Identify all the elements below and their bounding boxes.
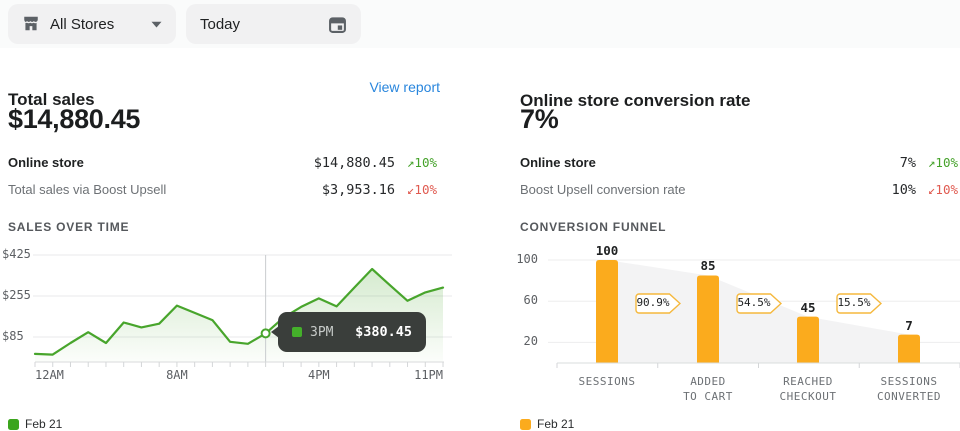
store-selector-label: All Stores xyxy=(50,16,114,33)
view-report-link[interactable]: View report xyxy=(352,79,440,95)
metric-label: Boost Upsell conversion rate xyxy=(520,182,685,197)
badge-percentage: 90.9% xyxy=(635,296,672,309)
category-label-line: TO CART xyxy=(653,389,763,404)
total-sales-value: $14,880.45 xyxy=(8,104,140,135)
x-axis-label: 11PM xyxy=(393,368,443,382)
funnel-category-label: REACHEDCHECKOUT xyxy=(753,374,863,404)
metric-label: Total sales via Boost Upsell xyxy=(8,182,166,197)
orange-legend-swatch xyxy=(520,419,531,430)
metric-value: $3,953.16 xyxy=(166,182,395,198)
conversion-breakdown: Online store7%↗10%Boost Upsell conversio… xyxy=(520,149,958,203)
metric-row: Total sales via Boost Upsell$3,953.16↙10… xyxy=(8,176,437,203)
tooltip-value: $380.45 xyxy=(355,324,412,340)
y-axis-label: 20 xyxy=(508,334,538,348)
funnel-bar xyxy=(697,275,719,363)
change-down-indicator: ↙10% xyxy=(916,182,958,197)
y-axis-label: 60 xyxy=(508,293,538,307)
change-up-indicator: ↗10% xyxy=(916,155,958,170)
sales-over-time-chart xyxy=(0,245,455,375)
badge-percentage: 15.5% xyxy=(836,296,873,309)
x-axis-label: 12AM xyxy=(35,368,85,382)
sales-chart-legend: Feb 21 xyxy=(8,417,62,431)
funnel-bar xyxy=(596,260,618,363)
sales-over-time-header: SALES OVER TIME xyxy=(8,220,129,234)
metric-row: Online store$14,880.45↗10% xyxy=(8,149,437,176)
chevron-down-icon xyxy=(151,21,162,28)
topbar: All Stores Today xyxy=(0,0,960,48)
metric-value: 7% xyxy=(596,155,916,171)
sales-legend-label: Feb 21 xyxy=(25,417,62,431)
category-label-line: ADDED xyxy=(653,374,763,389)
funnel-bar-value: 7 xyxy=(879,318,939,333)
funnel-bar-value: 85 xyxy=(678,258,738,273)
metric-row: Online store7%↗10% xyxy=(520,149,958,176)
metric-label: Online store xyxy=(8,155,84,170)
conversion-rate-badge: 15.5% xyxy=(836,293,882,314)
x-axis-label: 8AM xyxy=(152,368,202,382)
funnel-chart-legend: Feb 21 xyxy=(520,417,574,431)
change-down-indicator: ↙10% xyxy=(395,182,437,197)
store-selector-button[interactable]: All Stores xyxy=(8,4,176,44)
conversion-rate-value: 7% xyxy=(520,104,558,135)
category-label-line: CONVERTED xyxy=(854,389,960,404)
change-up-indicator: ↗10% xyxy=(395,155,437,170)
funnel-category-label: SESSIONS xyxy=(552,374,662,389)
storefront-icon xyxy=(22,15,40,33)
funnel-category-label: ADDEDTO CART xyxy=(653,374,763,404)
y-axis-label: $255 xyxy=(2,288,42,302)
metric-label: Online store xyxy=(520,155,596,170)
conversion-rate-badge: 54.5% xyxy=(736,293,782,314)
y-axis-label: $85 xyxy=(2,329,42,343)
metric-row: Boost Upsell conversion rate10%↙10% xyxy=(520,176,958,203)
metric-value: 10% xyxy=(685,182,916,198)
funnel-bar xyxy=(898,335,920,363)
badge-percentage: 54.5% xyxy=(736,296,773,309)
y-axis-label: $425 xyxy=(2,247,42,261)
date-range-button[interactable]: Today xyxy=(186,4,361,44)
y-axis-label: 100 xyxy=(508,252,538,266)
conversion-rate-badge: 90.9% xyxy=(635,293,681,314)
funnel-legend-label: Feb 21 xyxy=(537,417,574,431)
x-axis-label: 4PM xyxy=(294,368,344,382)
tooltip-time: 3PM xyxy=(310,325,333,340)
category-label-line: SESSIONS xyxy=(552,374,662,389)
metric-value: $14,880.45 xyxy=(84,155,395,171)
chart-tooltip: 3PM $380.45 xyxy=(278,312,426,352)
funnel-bar-value: 100 xyxy=(577,243,637,258)
tooltip-series-swatch xyxy=(292,327,302,337)
category-label-line: SESSIONS xyxy=(854,374,960,389)
category-label-line: CHECKOUT xyxy=(753,389,863,404)
calendar-icon xyxy=(328,15,347,34)
total-sales-breakdown: Online store$14,880.45↗10%Total sales vi… xyxy=(8,149,437,203)
conversion-funnel-header: CONVERSION FUNNEL xyxy=(520,220,666,234)
funnel-category-label: SESSIONSCONVERTED xyxy=(854,374,960,404)
date-range-label: Today xyxy=(200,16,240,33)
funnel-bar xyxy=(797,317,819,363)
category-label-line: REACHED xyxy=(753,374,863,389)
hover-point-marker xyxy=(262,329,270,337)
funnel-bar-value: 45 xyxy=(778,300,838,315)
green-legend-swatch xyxy=(8,419,19,430)
